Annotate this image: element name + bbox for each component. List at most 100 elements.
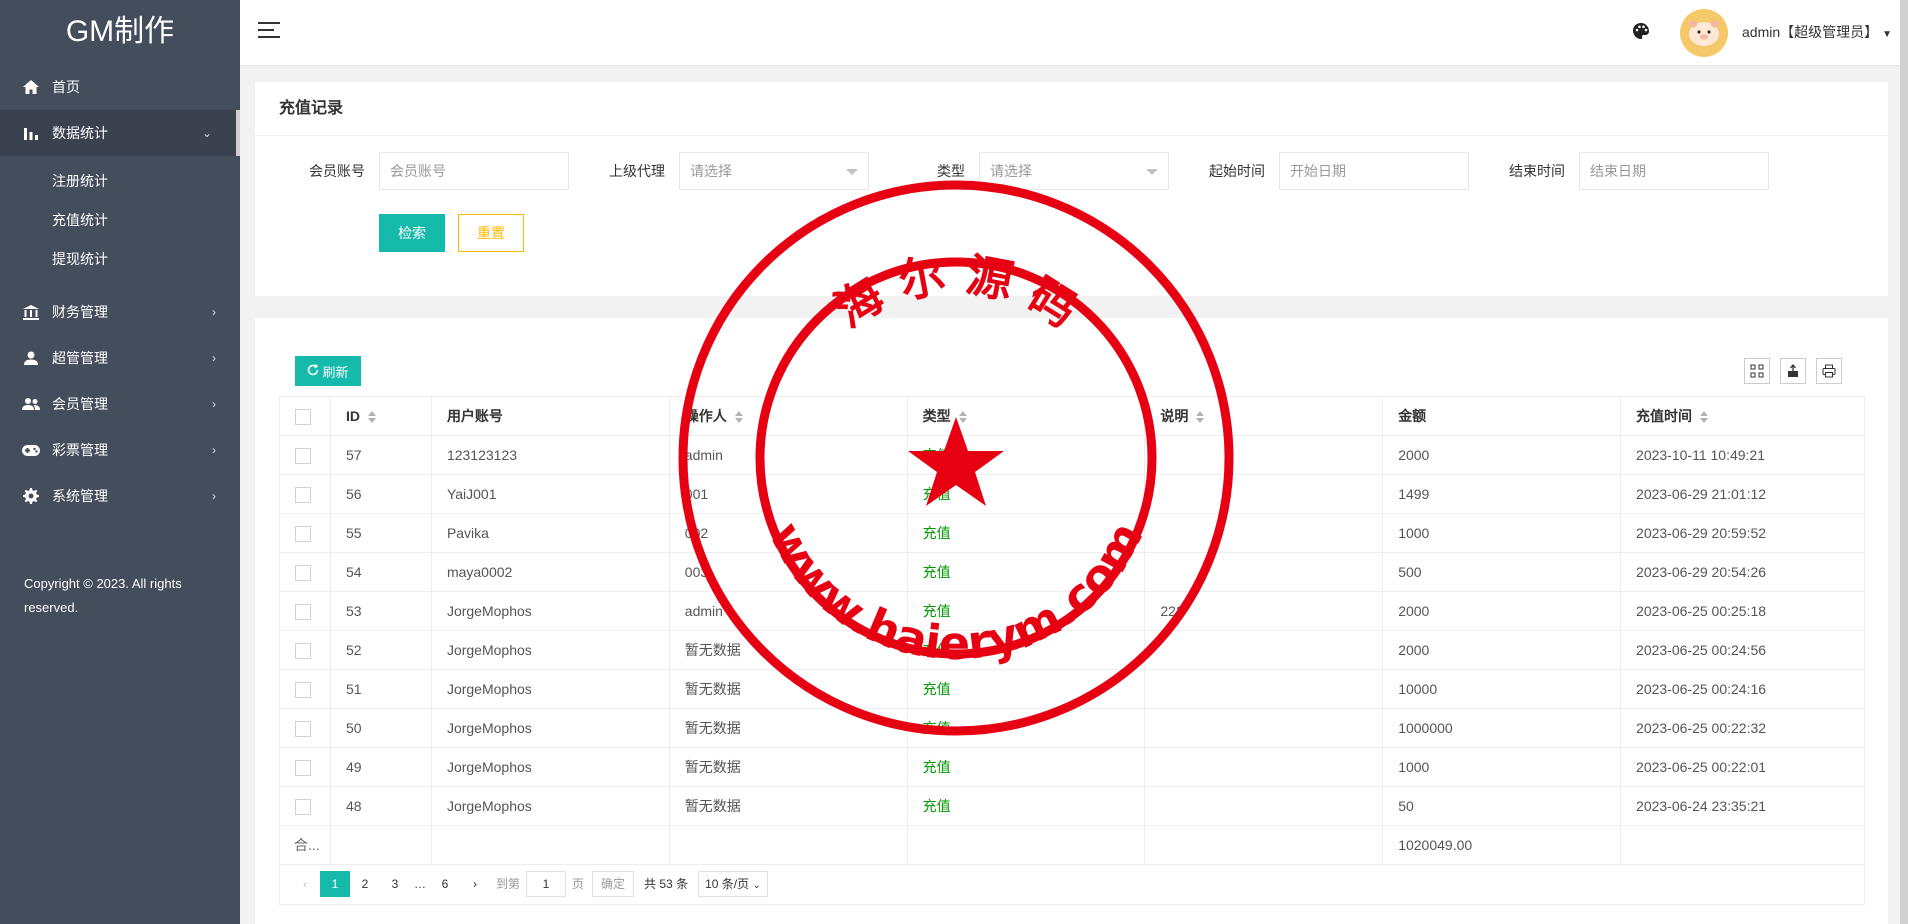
cell-amount: 10000 [1382,669,1622,709]
cell-account: YaiJ001 [430,474,670,514]
cell-operator: 暂无数据 [668,630,908,670]
start-date-input[interactable]: 开始日期 [1279,152,1469,190]
gear-icon [20,488,42,504]
export-icon[interactable] [1780,358,1806,384]
select-all-cell [279,396,331,436]
sidebar-item-home[interactable]: 首页 [0,64,240,110]
refresh-label: 刷新 [322,364,349,380]
goto-page-input[interactable]: 1 [526,870,567,897]
cell-operator: 暂无数据 [668,747,908,787]
avatar[interactable] [1680,9,1728,57]
row-checkbox[interactable] [295,759,311,776]
table-row: 53 JorgeMophos admin 充值 222 2000 2023-06… [279,591,1865,631]
row-checkbox[interactable] [295,564,311,581]
next-page-icon[interactable]: › [460,871,490,897]
caret-down-icon [846,169,858,175]
refresh-icon [307,363,319,379]
cell-operator: admin [668,591,908,631]
total-amount: 1020049.00 [1382,825,1622,865]
page-2[interactable]: 2 [350,871,380,897]
agent-select[interactable]: 请选择 [679,152,869,190]
sort-icon[interactable] [734,411,743,424]
page-1[interactable]: 1 [320,870,350,897]
sidebar-subitem-withdraw-stats[interactable]: 提现统计 [0,240,240,279]
prev-page-icon[interactable]: ‹ [290,871,320,897]
search-button[interactable]: 检索 [379,214,445,252]
sidebar-subitem-register-stats[interactable]: 注册统计 [0,162,240,201]
page-size-select[interactable]: 10 条/页 ⌄ [698,870,768,897]
cell-id: 49 [329,747,432,787]
row-checkbox[interactable] [295,681,311,698]
table-row: 54 maya0002 003 充值 500 2023-06-29 20:54:… [279,552,1865,592]
cell-note [1144,513,1384,553]
sidebar-subitem-recharge-stats[interactable]: 充值统计 [0,201,240,240]
bar-chart-icon [20,126,42,140]
column-header-type[interactable]: 类型 [906,396,1146,436]
cell-note [1144,786,1384,826]
reset-button[interactable]: 重置 [458,214,524,252]
sort-icon[interactable] [1700,411,1709,424]
row-checkbox[interactable] [295,798,311,815]
column-header-note[interactable]: 说明 [1144,396,1384,436]
sort-icon[interactable] [1196,411,1205,424]
cell-amount: 1000 [1382,513,1622,553]
cell-time: 2023-06-25 00:24:16 [1620,669,1865,709]
end-date-field: 结束时间 结束日期 [1507,152,1769,190]
table-row: 55 Pavika 002 充值 1000 2023-06-29 20:59:5… [279,513,1865,553]
row-checkbox[interactable] [295,720,311,737]
sidebar-item-finance[interactable]: 财务管理 › [0,289,240,335]
column-header-id[interactable]: ID [329,396,432,436]
menu-toggle-icon[interactable] [258,22,280,40]
cell-id: 50 [329,708,432,748]
user-menu[interactable]: admin【超级管理员】 ▼ [1742,22,1892,42]
row-checkbox[interactable] [295,642,311,659]
row-checkbox[interactable] [295,486,311,503]
bank-icon [20,304,42,320]
cell-type: 充值 [906,786,1146,826]
account-input[interactable]: 会员账号 [379,152,569,190]
column-header-time[interactable]: 充值时间 [1620,396,1865,436]
page-3[interactable]: 3 [380,871,410,897]
sidebar-item-stats[interactable]: 数据统计 ⌄ [0,110,240,156]
sidebar-item-admin[interactable]: 超管管理 › [0,335,240,381]
refresh-button[interactable]: 刷新 [295,356,361,386]
sidebar-item-members[interactable]: 会员管理 › [0,381,240,427]
sidebar-item-lottery[interactable]: 彩票管理 › [0,427,240,473]
sort-icon[interactable] [367,411,376,424]
palette-icon[interactable] [1632,22,1650,43]
end-date-input[interactable]: 结束日期 [1579,152,1769,190]
top-header: admin【超级管理员】 ▼ [240,0,1908,66]
row-checkbox[interactable] [295,525,311,542]
caret-down-icon [1146,169,1158,175]
total-count: 共 53 条 [644,877,689,891]
cell-account: JorgeMophos [430,786,670,826]
type-select[interactable]: 请选择 [979,152,1169,190]
cell-type: 充值 [906,630,1146,670]
table-header-row: ID 用户账号 操作人 类型 说明 金额 充值时间 [279,396,1865,436]
scrollbar[interactable] [1900,0,1908,924]
sort-icon[interactable] [958,411,967,424]
table-total-row: 合... 1020049.00 [279,825,1865,865]
cell-note [1144,474,1384,514]
page-ellipsis: … [414,876,426,891]
cell-time: 2023-06-29 20:59:52 [1620,513,1865,553]
page-unit-label: 页 [572,877,585,891]
goto-confirm-button[interactable]: 确定 [592,870,635,897]
cell-id: 53 [329,591,432,631]
sidebar-item-system[interactable]: 系统管理 › [0,473,240,519]
columns-filter-icon[interactable] [1744,358,1770,384]
chevron-down-icon: ⌄ [201,126,212,140]
select-all-checkbox[interactable] [295,408,311,425]
chevron-right-icon: › [212,443,216,457]
cell-note [1144,435,1384,475]
row-checkbox[interactable] [295,603,311,620]
column-header-operator[interactable]: 操作人 [668,396,908,436]
print-icon[interactable] [1816,358,1842,384]
cell-amount: 1000 [1382,747,1622,787]
gamepad-icon [20,444,42,456]
total-label: 合... [279,825,331,865]
cell-account: JorgeMophos [430,708,670,748]
page-6[interactable]: 6 [430,871,460,897]
cell-id: 57 [329,435,432,475]
row-checkbox[interactable] [295,447,311,464]
